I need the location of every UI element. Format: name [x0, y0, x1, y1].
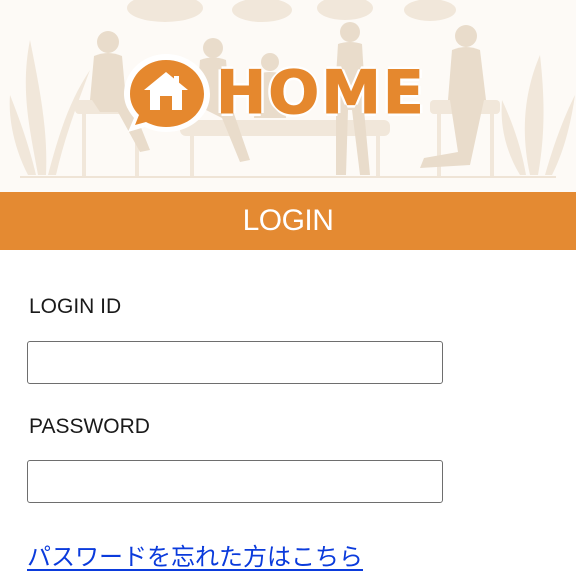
password-input[interactable] — [27, 460, 443, 503]
login-page: HOME LOGIN LOGIN ID PASSWORD パスワードを忘れた方は… — [0, 0, 576, 576]
page-title: LOGIN — [242, 204, 334, 237]
password-label: PASSWORD — [29, 415, 150, 438]
house-speech-bubble-icon — [124, 54, 210, 132]
login-header-bar: LOGIN — [0, 192, 576, 250]
login-id-input[interactable] — [27, 341, 443, 384]
home-logo: HOME — [122, 52, 452, 134]
forgot-password-link[interactable]: パスワードを忘れた方はこちら — [27, 537, 363, 572]
logo-text: HOME — [216, 58, 426, 128]
hero-banner: HOME — [0, 0, 576, 192]
login-id-label: LOGIN ID — [29, 295, 122, 318]
